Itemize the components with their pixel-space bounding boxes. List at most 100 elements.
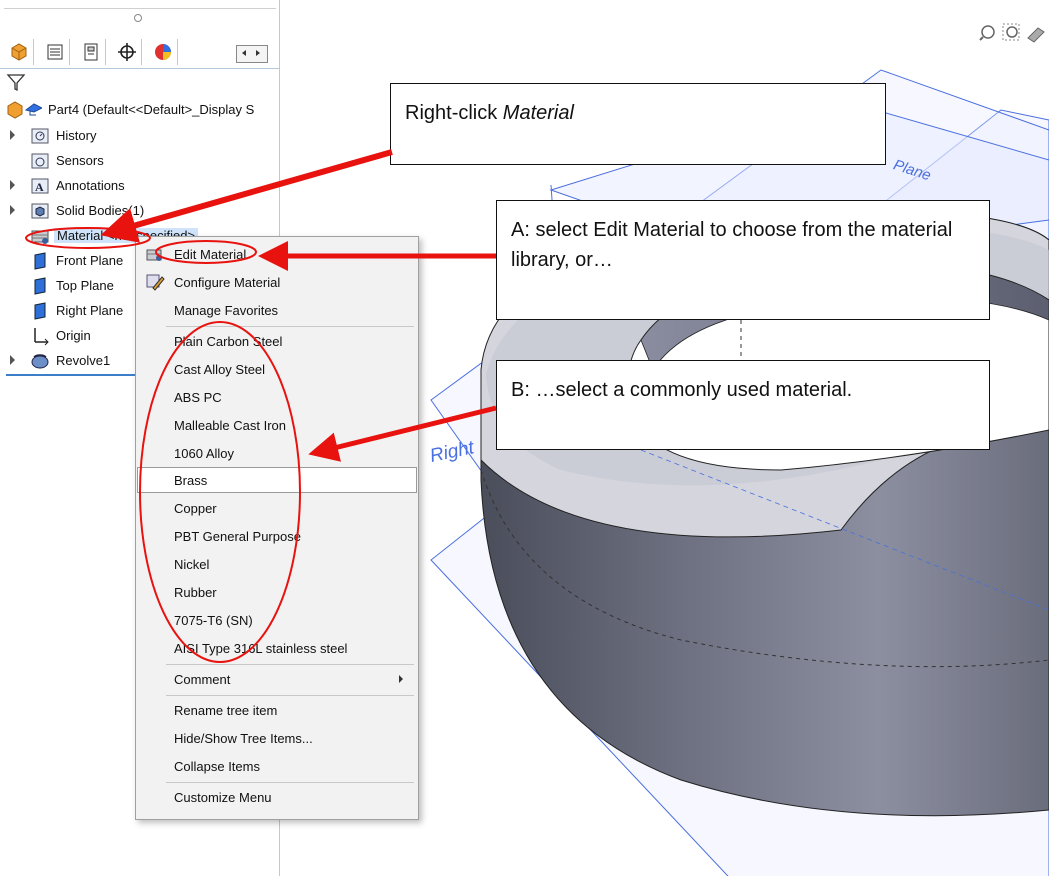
menu-label: Comment [174,672,231,687]
origin-icon [34,328,49,346]
menu-collapse-items[interactable]: Collapse Items [137,753,417,779]
history-folder-icon [31,128,49,144]
revolve-icon [31,354,49,369]
material-icon [31,230,49,244]
configurationmanager-icon [84,43,97,61]
plane-icon [34,252,46,270]
menu-label: Cast Alloy Steel [174,362,266,377]
tree-root-part[interactable]: Part4 (Default<<Default>_Display S [0,98,280,122]
previous-view-icon[interactable] [1027,27,1045,43]
manager-tab-bar [0,36,280,69]
callout-right-click-text: Right-click [405,102,503,124]
menu-label: Configure Material [174,275,281,290]
solidworks-window: Plane Right Part4 (Default<<Default>_Dis… [0,0,1049,876]
menu-material-cast-alloy-steel[interactable]: Cast Alloy Steel [137,356,417,382]
menu-label: Plain Carbon Steel [174,334,283,349]
menu-material-pbt-general-purpose[interactable]: PBT General Purpose [137,523,417,549]
menu-rename-tree-item[interactable]: Rename tree item [137,697,417,723]
submenu-arrow-icon [399,675,403,683]
menu-label: Malleable Cast Iron [174,418,286,433]
menu-label: Copper [174,501,217,516]
menu-separator [166,326,414,327]
scroll-left-icon[interactable] [242,50,246,56]
menu-material-1060-alloy[interactable]: 1060 Alloy [137,440,417,466]
menu-manage-favorites[interactable]: Manage Favorites [137,297,417,323]
tree-item-label: Revolve1 [56,353,111,368]
sensors-icon [31,153,49,169]
menu-label: Rubber [174,585,217,600]
menu-material-7075-t6[interactable]: 7075-T6 (SN) [137,607,417,633]
menu-label: Edit Material [174,247,247,262]
solid-bodies-icon [31,203,49,219]
menu-material-malleable-cast-iron[interactable]: Malleable Cast Iron [137,412,417,438]
expand-arrow-icon[interactable] [10,355,15,365]
plane-icon [34,277,46,295]
menu-customize-menu[interactable]: Customize Menu [137,784,417,810]
menu-label: 1060 Alloy [174,446,234,461]
tab-scroll-bar[interactable] [236,45,268,63]
tree-item-solid-bodies[interactable]: Solid Bodies(1) [0,199,280,223]
menu-material-abs-pc[interactable]: ABS PC [137,384,417,410]
panel-splitter[interactable] [0,8,280,32]
callout-b: B: …select a commonly used material. [496,360,990,450]
tree-item-label: Solid Bodies(1) [56,203,145,218]
callout-a: A: select Edit Material to choose from t… [496,200,990,320]
menu-label: Rename tree item [174,703,278,718]
zoom-to-fit-icon[interactable] [979,25,995,41]
menu-separator [166,695,414,696]
tab-dimxpertmanager[interactable] [112,39,142,65]
menu-label: Collapse Items [174,759,260,774]
tab-displaymanager[interactable] [148,39,178,65]
tree-item-sensors[interactable]: Sensors [0,149,280,173]
expand-arrow-icon[interactable] [10,180,15,190]
menu-label: Brass [174,473,208,488]
featuremanager-icon [11,43,26,61]
menu-material-plain-carbon-steel[interactable]: Plain Carbon Steel [137,328,417,354]
tree-item-history[interactable]: History [0,124,280,148]
propertymanager-icon [47,44,62,60]
menu-label: 7075-T6 (SN) [174,613,253,628]
tree-item-label: History [56,128,97,143]
menu-material-aisi-316l[interactable]: AISI Type 316L stainless steel [137,635,417,661]
scroll-right-icon[interactable] [256,50,260,56]
annotations-icon: A [31,178,49,194]
displaymanager-icon [154,44,171,60]
menu-label: ABS PC [174,390,222,405]
menu-label: AISI Type 316L stainless steel [174,641,348,656]
menu-material-copper[interactable]: Copper [137,495,417,521]
expand-arrow-icon[interactable] [10,205,15,215]
menu-label: Nickel [174,557,210,572]
tree-item-label: Right Plane [56,303,124,318]
menu-hide-show-tree-items[interactable]: Hide/Show Tree Items... [137,725,417,751]
callout-b-text: B: …select a commonly used material. [511,379,853,401]
menu-material-nickel[interactable]: Nickel [137,551,417,577]
tree-item-label: Front Plane [56,253,124,268]
part-icon [7,101,42,119]
tree-item-label: Top Plane [56,278,114,293]
tab-configurationmanager[interactable] [76,39,106,65]
callout-right-click-emphasis: Material [502,102,574,124]
menu-material-brass[interactable]: Brass [137,467,417,493]
tree-filter[interactable] [6,72,26,92]
menu-label: Hide/Show Tree Items... [174,731,313,746]
menu-configure-material[interactable]: Configure Material [137,269,417,295]
callout-right-click: Right-click Material [390,83,886,165]
menu-comment[interactable]: Comment [137,666,417,692]
tree-item-annotations[interactable]: A Annotations [0,174,280,198]
edit-material-icon [146,249,162,261]
configure-material-icon [146,274,165,291]
plane-icon [34,302,46,320]
tab-propertymanager[interactable] [40,39,70,65]
menu-material-rubber[interactable]: Rubber [137,579,417,605]
menu-edit-material[interactable]: Edit Material [137,241,417,267]
tree-item-label: Origin [56,328,91,343]
tab-featuremanager[interactable] [4,39,34,65]
menu-label: Manage Favorites [174,303,279,318]
expand-arrow-icon[interactable] [10,130,15,140]
tab-overflow-strip [188,39,268,65]
zoom-to-area-icon[interactable] [1002,23,1020,41]
dimxpert-icon [117,43,136,61]
svg-text:A: A [35,180,44,194]
menu-separator [166,782,414,783]
menu-label: Customize Menu [174,790,272,805]
